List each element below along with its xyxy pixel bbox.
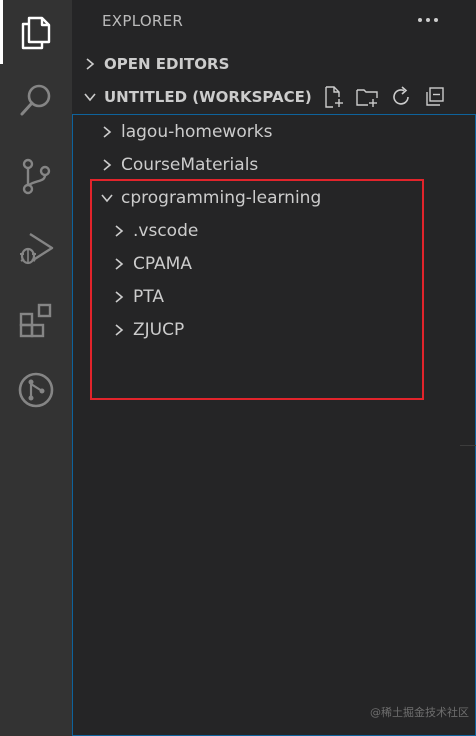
sidebar-header: EXPLORER bbox=[72, 0, 476, 44]
tree-item-label: lagou-homeworks bbox=[121, 121, 273, 142]
chevron-right-icon bbox=[82, 56, 98, 72]
run-debug-icon bbox=[20, 232, 54, 265]
activity-bar bbox=[0, 0, 72, 736]
files-icon bbox=[21, 16, 51, 50]
extensions-icon bbox=[19, 303, 52, 338]
watermark: @稀土掘金技术社区 bbox=[370, 706, 469, 719]
workspace-actions bbox=[316, 81, 452, 113]
git-graph-icon bbox=[18, 372, 54, 408]
new-file-icon[interactable] bbox=[316, 81, 350, 113]
tree-item-folder[interactable]: lagou-homeworks bbox=[99, 115, 272, 148]
extensions-activity-button[interactable] bbox=[0, 284, 72, 356]
sidebar-title: EXPLORER bbox=[102, 12, 184, 30]
source-control-activity-button[interactable] bbox=[0, 140, 72, 212]
new-folder-icon[interactable] bbox=[350, 81, 384, 113]
workspace-section-header[interactable]: UNTITLED (WORKSPACE) bbox=[72, 81, 476, 113]
divider bbox=[460, 445, 476, 446]
git-graph-activity-button[interactable] bbox=[0, 354, 72, 426]
tree-item-label: CourseMaterials bbox=[121, 154, 259, 175]
open-editors-section-header[interactable]: OPEN EDITORS bbox=[72, 48, 476, 80]
run-debug-activity-button[interactable] bbox=[0, 212, 72, 284]
chevron-right-icon bbox=[99, 124, 115, 140]
workspace-label: UNTITLED (WORKSPACE) bbox=[104, 88, 312, 106]
collapse-all-icon[interactable] bbox=[418, 81, 452, 113]
open-editors-label: OPEN EDITORS bbox=[104, 55, 230, 73]
ellipsis-icon[interactable] bbox=[414, 8, 442, 32]
chevron-right-icon bbox=[99, 157, 115, 173]
search-icon bbox=[20, 84, 51, 116]
annotation-highlight-box bbox=[90, 179, 424, 400]
source-control-icon bbox=[22, 158, 51, 195]
explorer-activity-button[interactable] bbox=[0, 0, 72, 68]
search-activity-button[interactable] bbox=[0, 64, 72, 136]
chevron-down-icon bbox=[82, 89, 98, 105]
refresh-icon[interactable] bbox=[384, 81, 418, 113]
tree-item-folder[interactable]: CourseMaterials bbox=[99, 148, 258, 181]
